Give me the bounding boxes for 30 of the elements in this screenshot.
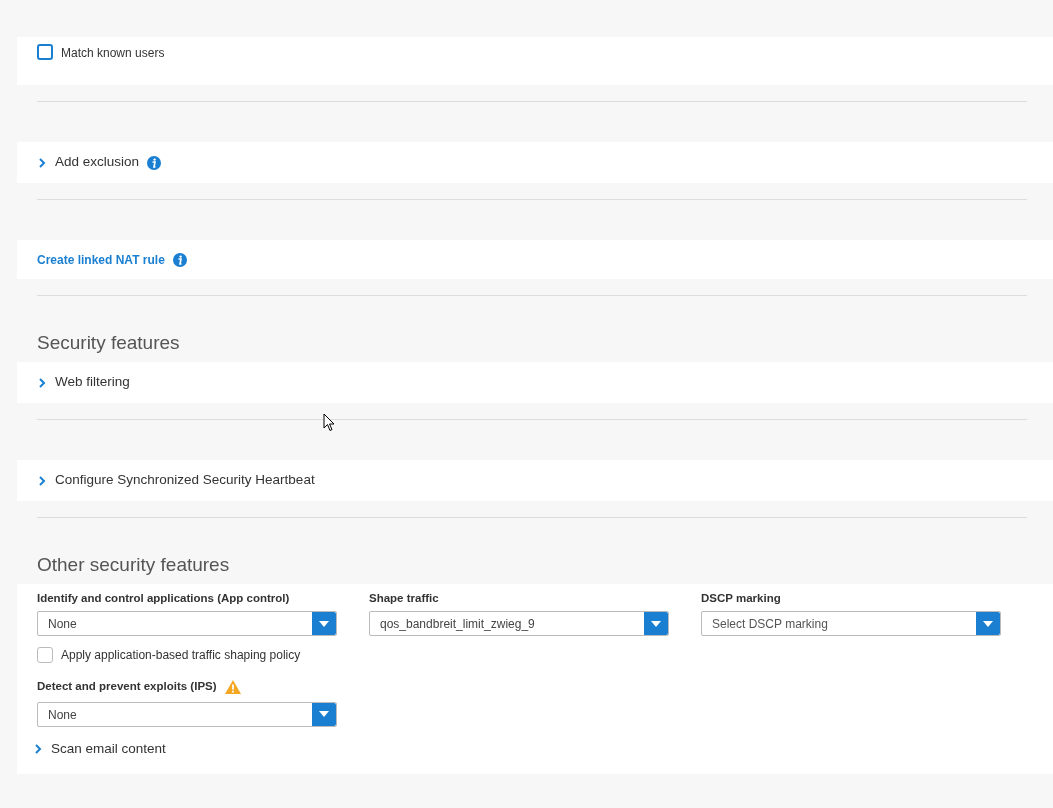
field-label: Shape traffic bbox=[369, 591, 440, 606]
chevron-right-icon[interactable] bbox=[37, 474, 47, 487]
dropdown[interactable]: qos_bandbreit_limit_zwieg_9 bbox=[369, 611, 669, 637]
field-label: DSCP marking bbox=[701, 591, 782, 606]
dropdown[interactable]: None bbox=[37, 701, 337, 727]
expander-label[interactable]: Configure Synchronized Security Heartbeat bbox=[55, 470, 315, 491]
checkbox[interactable] bbox=[37, 647, 53, 664]
link[interactable]: Create linked NAT rule bbox=[37, 250, 165, 269]
section-heading: Other security features bbox=[37, 553, 231, 577]
expander-label[interactable]: Add exclusion bbox=[55, 152, 140, 173]
checkbox-label: Match known users bbox=[61, 45, 165, 62]
dropdown[interactable]: Select DSCP marking bbox=[701, 611, 1001, 637]
mouse-pointer-icon bbox=[323, 413, 335, 432]
info-icon[interactable] bbox=[147, 155, 162, 170]
expander-label[interactable]: Web filtering bbox=[55, 372, 130, 393]
field-label: Identify and control applications (App control) bbox=[37, 591, 291, 606]
checkbox-label: Apply application-based traffic shaping policy bbox=[61, 647, 301, 665]
expander-label[interactable]: Scan email content bbox=[51, 738, 166, 759]
chevron-right-icon[interactable] bbox=[37, 376, 47, 389]
field-label: Detect and prevent exploits (IPS) bbox=[37, 679, 217, 695]
caret-icon[interactable] bbox=[651, 620, 661, 627]
caret-icon[interactable] bbox=[983, 620, 993, 627]
section-heading: Security features bbox=[37, 331, 181, 355]
info-icon[interactable] bbox=[172, 252, 187, 267]
dropdown[interactable]: None bbox=[37, 611, 337, 637]
chevron-right-icon[interactable] bbox=[33, 742, 43, 755]
caret-icon[interactable] bbox=[319, 711, 329, 717]
caret-icon[interactable] bbox=[319, 620, 329, 627]
checkbox[interactable] bbox=[37, 44, 53, 60]
chevron-right-icon[interactable] bbox=[37, 156, 47, 169]
